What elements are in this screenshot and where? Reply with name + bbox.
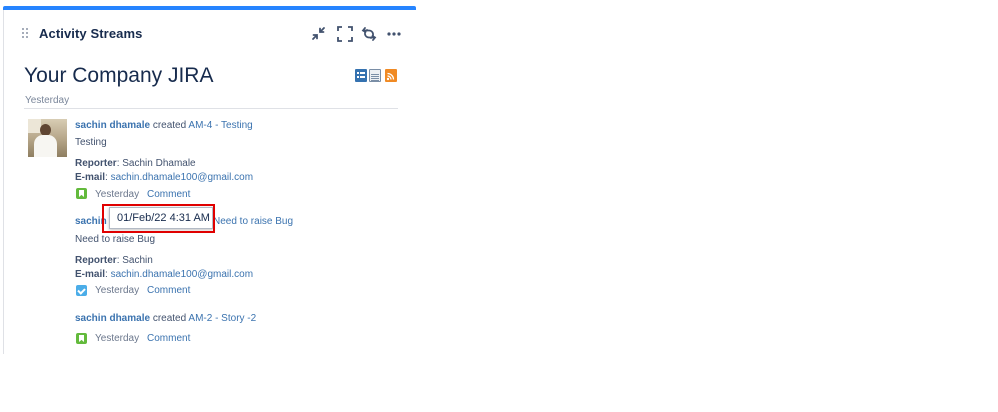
story-icon: [76, 333, 87, 344]
email-link[interactable]: sachin.dhamale100@gmail.com: [111, 269, 253, 280]
more-icon[interactable]: [384, 24, 404, 44]
timestamp[interactable]: Yesterday: [95, 189, 139, 200]
reporter-line: Reporter: Sachin: [75, 255, 153, 266]
list-view-icon[interactable]: [355, 69, 367, 82]
activity-entry-title: sachin dhamale created AM-2 - Story -2: [75, 313, 256, 324]
full-view-icon[interactable]: [369, 69, 381, 82]
issue-description: Testing: [75, 137, 107, 148]
email-line: E-mail: sachin.dhamale100@gmail.com: [75, 172, 254, 183]
day-group-label: Yesterday: [25, 95, 70, 106]
issue-link[interactable]: Need to raise Bug: [213, 216, 293, 227]
email-link[interactable]: sachin.dhamale100@gmail.com: [111, 172, 253, 183]
drag-handle-icon[interactable]: [22, 28, 30, 40]
activity-entry-title: sachin dhamale created AM-4 - Testing: [75, 120, 253, 131]
task-icon: [76, 285, 87, 296]
highlight-box: [102, 204, 215, 233]
fullscreen-icon[interactable]: [335, 24, 355, 44]
issue-link[interactable]: AM-2 - Story -2: [188, 313, 256, 324]
avatar[interactable]: [28, 119, 67, 157]
user-link[interactable]: sachin dhamale: [75, 120, 150, 131]
timestamp[interactable]: Yesterday: [95, 333, 139, 344]
divider: [24, 108, 398, 109]
email-line: E-mail: sachin.dhamale100@gmail.com: [75, 269, 254, 280]
minimize-icon[interactable]: [309, 24, 329, 44]
comment-link[interactable]: Comment: [147, 189, 190, 200]
timestamp[interactable]: Yesterday: [95, 285, 139, 296]
action-text: created: [152, 120, 187, 131]
refresh-icon[interactable]: [359, 24, 379, 44]
story-icon: [76, 188, 87, 199]
gadget-accent-bar: [3, 6, 416, 10]
issue-link[interactable]: AM-4 - Testing: [188, 120, 252, 131]
stream-heading: Your Company JIRA: [24, 64, 214, 87]
comment-link[interactable]: Comment: [147, 333, 190, 344]
reporter-line: Reporter: Sachin Dhamale: [75, 158, 196, 169]
comment-link[interactable]: Comment: [147, 285, 190, 296]
issue-description: Need to raise Bug: [75, 234, 156, 245]
activity-stream-gadget: Activity Streams Your Company JIRA Yeste…: [3, 0, 416, 354]
user-link[interactable]: sachin dhamale: [75, 313, 150, 324]
rss-feed-icon[interactable]: [385, 69, 397, 82]
gadget-border: [3, 10, 4, 354]
gadget-title: Activity Streams: [39, 26, 143, 41]
action-text: created: [152, 313, 187, 324]
